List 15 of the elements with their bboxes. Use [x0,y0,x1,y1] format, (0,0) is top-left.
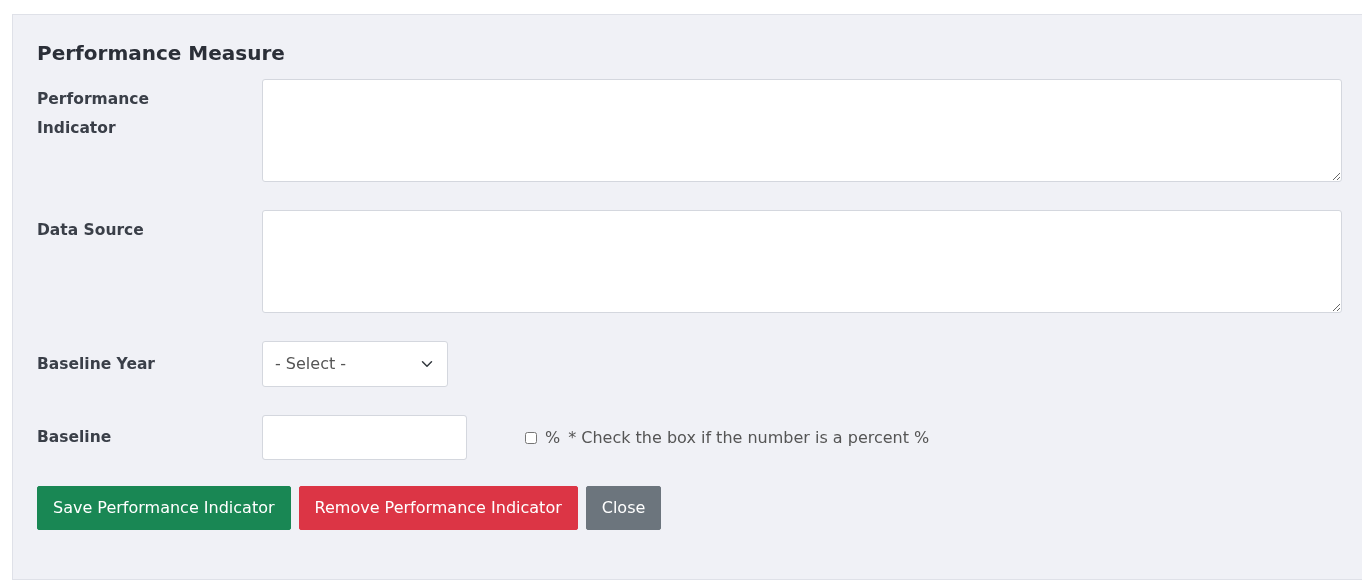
input-field[interactable] [262,415,467,460]
text-area[interactable] [262,210,1342,313]
field-label: Data Source [37,220,145,241]
save-button[interactable]: Save Performance Indicator [37,486,291,530]
remove-button[interactable]: Remove Performance Indicator [298,486,578,530]
field-label: Baseline Year [37,353,156,375]
close-button[interactable]: Close [585,486,662,530]
text-area[interactable] [262,79,1342,182]
panel-title: Performance Measure [37,41,286,65]
field-label: Performance Indicator [37,89,150,139]
checkbox[interactable] [525,431,537,444]
checkbox-label: % [545,426,561,449]
select-field[interactable]: - Select - [262,341,448,387]
hint-text: * Check the box if the number is a percent % [568,426,930,449]
field-label: Baseline [37,427,113,448]
